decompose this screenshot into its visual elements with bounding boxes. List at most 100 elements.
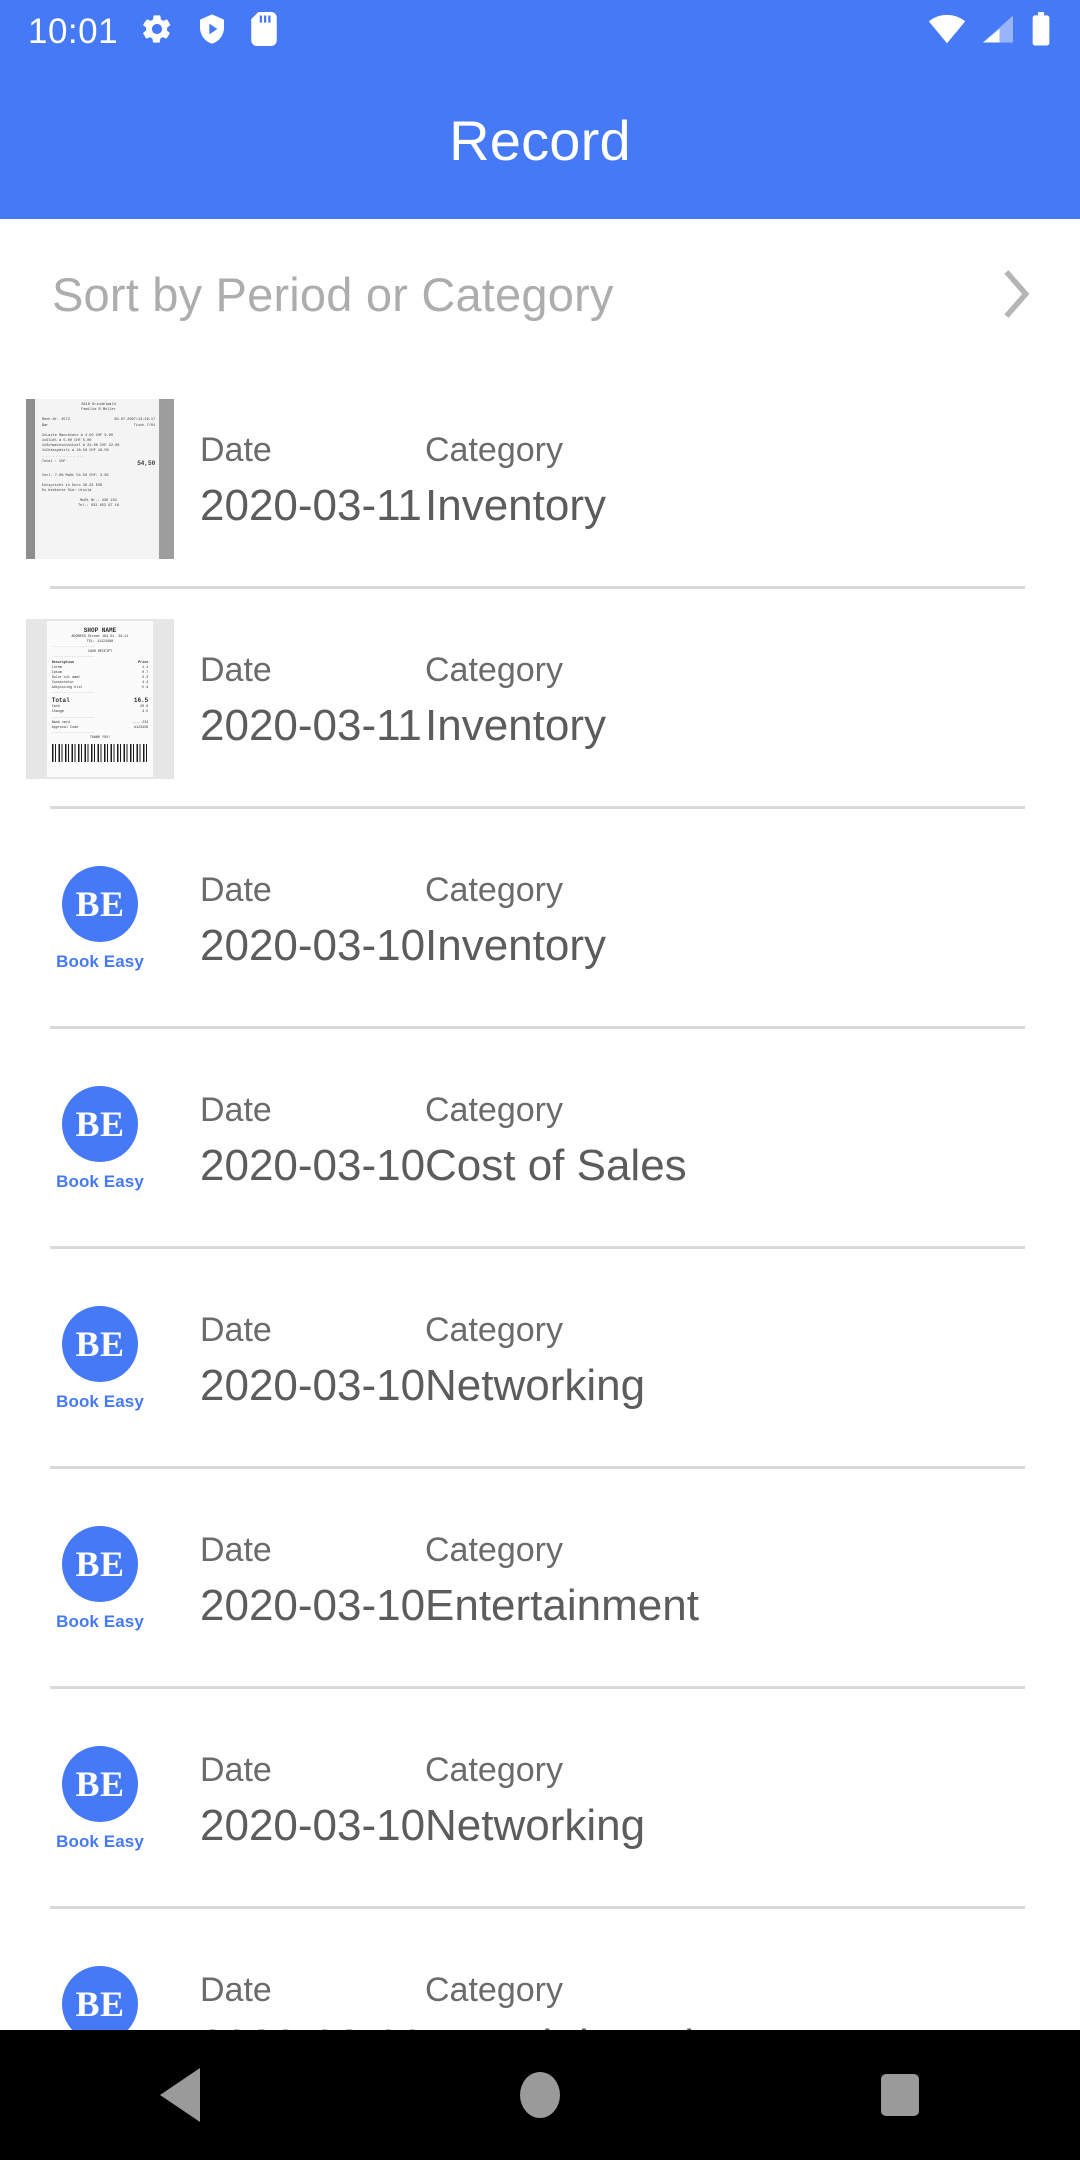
category-value: Networking — [425, 1361, 646, 1411]
date-field: Date 2020-03-10 — [200, 1750, 425, 1855]
row-thumbnail[interactable]: SHOP NAME ADDRESS Street 164 St. 26-11 T… — [0, 589, 200, 809]
sort-bar[interactable]: Sort by Period or Category — [0, 219, 1080, 369]
date-label: Date — [200, 430, 272, 469]
date-field: Date 2020-03-10 — [200, 1310, 425, 1415]
row-fields: Date 2020-03-09 Category Rental deposits — [200, 1964, 1080, 2030]
row-thumbnail[interactable]: BE Book Easy — [0, 809, 200, 1029]
row-fields: Date 2020-03-11 Category Inventory — [200, 644, 1080, 755]
category-label: Category — [425, 1090, 563, 1129]
sd-card-icon — [250, 11, 278, 51]
wifi-icon — [928, 14, 966, 49]
receipt-shop-name: SHOP NAME — [83, 627, 117, 634]
row-thumbnail[interactable]: BE Book Easy — [0, 1909, 200, 2030]
category-value: Inventory — [425, 701, 606, 751]
date-label: Date — [200, 650, 272, 689]
receipt-item-price: 5.4 — [142, 686, 149, 691]
table-row[interactable]: BE Book Easy Date 2020-03-10 Category En… — [0, 1469, 1080, 1689]
row-fields: Date 2020-03-10 Category Networking — [200, 1304, 1080, 1415]
be-initials: BE — [61, 866, 138, 942]
category-field: Category Entertainment — [425, 1530, 699, 1635]
gear-icon — [140, 12, 174, 51]
date-label: Date — [200, 1750, 272, 1789]
date-field: Date 2020-03-10 — [200, 1530, 425, 1635]
date-label: Date — [200, 1970, 272, 2009]
be-initials: BE — [61, 1526, 138, 1602]
play-protect-shield-icon — [196, 12, 228, 51]
row-fields: Date 2020-03-11 Category Inventory — [200, 424, 1080, 535]
be-initials: BE — [61, 1746, 138, 1822]
receipt-total-value: 16.5 — [133, 697, 149, 705]
book-easy-logo: BE Book Easy — [56, 1526, 144, 1632]
date-label: Date — [200, 1090, 272, 1129]
cell-signal-icon — [980, 14, 1016, 49]
receipt-line: Tisch 7/01 — [133, 423, 156, 428]
date-label: Date — [200, 870, 272, 909]
receipt-total-label: Total : CHF — [41, 459, 66, 464]
category-label: Category — [425, 430, 563, 469]
category-field: Category Inventory — [425, 650, 606, 755]
status-bar-left: 10:01 — [28, 11, 278, 51]
table-row[interactable]: BE Book Easy Date 2020-03-10 Category Ne… — [0, 1689, 1080, 1909]
receipt-thanks: THANK YOU! — [89, 735, 111, 740]
date-field: Date 2020-03-10 — [200, 1090, 425, 1195]
receipt-line: Tel.: 033 853 67 16 — [78, 504, 119, 509]
date-value: 2020-03-10 — [200, 1581, 426, 1631]
table-row[interactable]: SHOP NAME ADDRESS Street 164 St. 26-11 T… — [0, 589, 1080, 809]
category-label: Category — [425, 1530, 563, 1569]
table-row[interactable]: BE Book Easy Date 2020-03-10 Category Co… — [0, 1029, 1080, 1249]
receipt-total-value: 54,50 — [137, 459, 156, 467]
table-row[interactable]: BE Book Easy Date 2020-03-09 Category Re… — [0, 1909, 1080, 2030]
back-button[interactable] — [100, 2030, 260, 2160]
be-initials: BE — [61, 1306, 138, 1382]
be-initials: BE — [61, 1966, 138, 2030]
back-triangle-icon[interactable] — [160, 2068, 200, 2122]
be-brand-name: Book Easy — [56, 952, 144, 971]
row-thumbnail[interactable]: BE Book Easy — [0, 1689, 200, 1909]
chevron-right-icon[interactable] — [1000, 269, 1034, 319]
be-brand-name: Book Easy — [56, 1612, 144, 1631]
date-field: Date 2020-03-11 — [200, 430, 425, 535]
recents-button[interactable] — [820, 2030, 980, 2160]
date-value: 2020-03-10 — [200, 921, 426, 971]
row-thumbnail[interactable]: BE Book Easy — [0, 1249, 200, 1469]
row-thumbnail[interactable]: 3818 Grindelwald Familie R.Müller Rech.N… — [0, 369, 200, 589]
restaurant-receipt-photo: 3818 Grindelwald Familie R.Müller Rech.N… — [26, 399, 174, 559]
book-easy-logo: BE Book Easy — [56, 1306, 144, 1412]
android-navigation-bar — [0, 2030, 1080, 2160]
date-value: 2020-03-10 — [200, 1141, 426, 1191]
row-thumbnail[interactable]: BE Book Easy — [0, 1469, 200, 1689]
be-brand-name: Book Easy — [56, 1392, 144, 1411]
date-label: Date — [200, 1310, 272, 1349]
table-row[interactable]: 3818 Grindelwald Familie R.Müller Rech.N… — [0, 369, 1080, 589]
category-label: Category — [425, 1310, 563, 1349]
category-label: Category — [425, 1750, 563, 1789]
category-value: Networking — [425, 1801, 646, 1851]
category-value: Inventory — [425, 481, 606, 531]
category-field: Category Inventory — [425, 870, 606, 975]
app-bar: Record — [0, 62, 1080, 219]
category-label: Category — [425, 1970, 563, 2009]
table-row[interactable]: BE Book Easy Date 2020-03-10 Category Ne… — [0, 1249, 1080, 1469]
date-field: Date 2020-03-09 — [200, 1970, 425, 2030]
page-title: Record — [449, 109, 631, 172]
book-easy-logo: BE Book Easy — [56, 1966, 144, 2030]
cash-receipt-photo: SHOP NAME ADDRESS Street 164 St. 26-11 T… — [26, 619, 174, 779]
category-value: Rental deposits — [425, 2017, 728, 2030]
category-field: Category Networking — [425, 1750, 645, 1855]
row-fields: Date 2020-03-10 Category Networking — [200, 1744, 1080, 1855]
row-fields: Date 2020-03-10 Category Inventory — [200, 864, 1080, 975]
record-list[interactable]: 3818 Grindelwald Familie R.Müller Rech.N… — [0, 369, 1080, 2030]
book-easy-logo: BE Book Easy — [56, 866, 144, 972]
receipt-change-value: 3.5 — [142, 710, 149, 715]
book-easy-logo: BE Book Easy — [56, 1086, 144, 1192]
barcode-icon — [51, 744, 149, 763]
recents-square-icon[interactable] — [881, 2074, 919, 2116]
row-thumbnail[interactable]: BE Book Easy — [0, 1029, 200, 1249]
be-brand-name: Book Easy — [56, 1832, 144, 1851]
table-row[interactable]: BE Book Easy Date 2020-03-10 Category In… — [0, 809, 1080, 1029]
status-bar-right — [928, 11, 1052, 51]
category-value: Entertainment — [425, 1581, 699, 1631]
home-button[interactable] — [460, 2030, 620, 2160]
date-value: 2020-03-11 — [200, 701, 422, 751]
home-circle-icon[interactable] — [520, 2072, 560, 2118]
